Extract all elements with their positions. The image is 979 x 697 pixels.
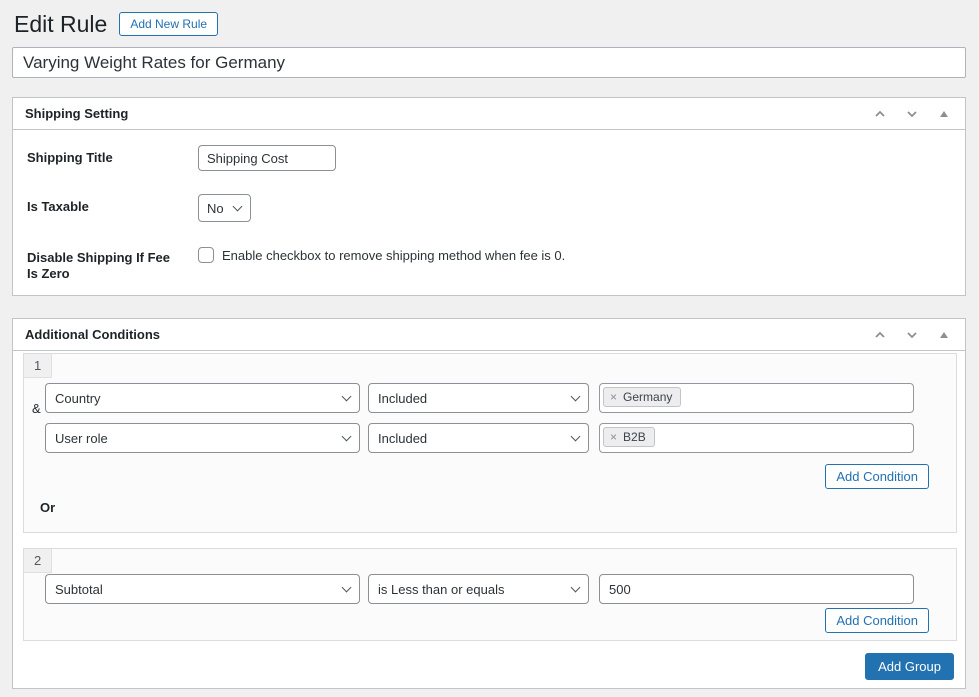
- disable-if-zero-label: Disable Shipping If Fee Is Zero: [27, 250, 171, 281]
- value-tag: × B2B: [603, 427, 655, 447]
- shipping-title-row: Shipping Title: [13, 145, 965, 171]
- shipping-setting-header: Shipping Setting: [13, 98, 965, 130]
- additional-conditions-title: Additional Conditions: [25, 327, 161, 342]
- disable-if-zero-description: Enable checkbox to remove shipping metho…: [222, 247, 566, 263]
- condition-field-select[interactable]: Country: [45, 383, 360, 413]
- condition-field-value: Subtotal: [55, 581, 103, 597]
- remove-tag-icon[interactable]: ×: [610, 430, 617, 444]
- group-number-badge: 2: [24, 549, 53, 573]
- additional-conditions-header: Additional Conditions: [13, 319, 965, 351]
- move-up-icon[interactable]: [871, 105, 889, 123]
- condition-group-1: 1 Country Included × Germany & User role: [23, 353, 957, 533]
- chevron-down-icon: [341, 431, 352, 442]
- chevron-down-icon: [570, 391, 581, 402]
- shipping-title-input[interactable]: [198, 145, 336, 171]
- page-header: Edit Rule Add New Rule: [14, 10, 219, 38]
- chevron-down-icon: [341, 582, 352, 593]
- condition-field-value: Country: [55, 390, 101, 406]
- add-group-button[interactable]: Add Group: [865, 653, 954, 680]
- add-condition-button[interactable]: Add Condition: [825, 608, 929, 633]
- panel-controls: [871, 105, 953, 123]
- move-down-icon[interactable]: [903, 105, 921, 123]
- group-number-badge: 1: [24, 354, 53, 378]
- additional-conditions-panel: Additional Conditions 1 Country Included: [12, 318, 966, 689]
- remove-tag-icon[interactable]: ×: [610, 390, 617, 404]
- value-tag: × Germany: [603, 387, 682, 407]
- is-taxable-value: No: [207, 200, 224, 216]
- condition-operator-select[interactable]: Included: [368, 383, 589, 413]
- condition-value-input[interactable]: [599, 574, 914, 604]
- disable-if-zero-control: Enable checkbox to remove shipping metho…: [198, 245, 565, 263]
- panel-controls: [871, 326, 953, 344]
- is-taxable-select[interactable]: No: [198, 194, 251, 222]
- chevron-down-icon: [232, 201, 243, 212]
- condition-field-select[interactable]: User role: [45, 423, 360, 453]
- add-new-rule-button[interactable]: Add New Rule: [119, 11, 219, 37]
- collapse-toggle-icon[interactable]: [935, 105, 953, 123]
- disable-if-zero-row: Disable Shipping If Fee Is Zero Enable c…: [13, 245, 965, 282]
- condition-row: Subtotal is Less than or equals: [45, 574, 914, 604]
- condition-values-multiselect[interactable]: × B2B: [599, 423, 914, 453]
- chevron-down-icon: [570, 431, 581, 442]
- shipping-setting-title: Shipping Setting: [25, 106, 129, 121]
- condition-row: Country Included × Germany: [45, 383, 914, 413]
- condition-operator-select[interactable]: is Less than or equals: [368, 574, 589, 604]
- condition-group-2: 2 Subtotal is Less than or equals Add Co…: [23, 548, 957, 641]
- rule-name-input[interactable]: [12, 47, 966, 78]
- page-title: Edit Rule: [14, 11, 108, 37]
- shipping-title-label: Shipping Title: [27, 150, 113, 165]
- condition-field-select[interactable]: Subtotal: [45, 574, 360, 604]
- condition-operator-value: Included: [378, 430, 428, 446]
- chevron-down-icon: [570, 582, 581, 593]
- condition-operator-value: is Less than or equals: [378, 581, 505, 597]
- is-taxable-label: Is Taxable: [27, 199, 89, 214]
- condition-field-value: User role: [55, 430, 108, 446]
- condition-values-multiselect[interactable]: × Germany: [599, 383, 914, 413]
- shipping-setting-panel: Shipping Setting Shipping Title Is Taxab…: [12, 97, 966, 296]
- condition-operator-value: Included: [378, 390, 428, 406]
- chevron-down-icon: [341, 391, 352, 402]
- disable-if-zero-checkbox[interactable]: [198, 247, 214, 263]
- condition-row: User role Included × B2B: [45, 423, 914, 453]
- condition-operator-select[interactable]: Included: [368, 423, 589, 453]
- and-join-label: &: [32, 401, 41, 416]
- value-tag-label: B2B: [623, 430, 646, 444]
- move-up-icon[interactable]: [871, 326, 889, 344]
- collapse-toggle-icon[interactable]: [935, 326, 953, 344]
- is-taxable-row: Is Taxable No: [13, 194, 965, 222]
- or-join-label: Or: [40, 500, 56, 515]
- add-condition-button[interactable]: Add Condition: [825, 464, 929, 489]
- value-tag-label: Germany: [623, 390, 673, 404]
- move-down-icon[interactable]: [903, 326, 921, 344]
